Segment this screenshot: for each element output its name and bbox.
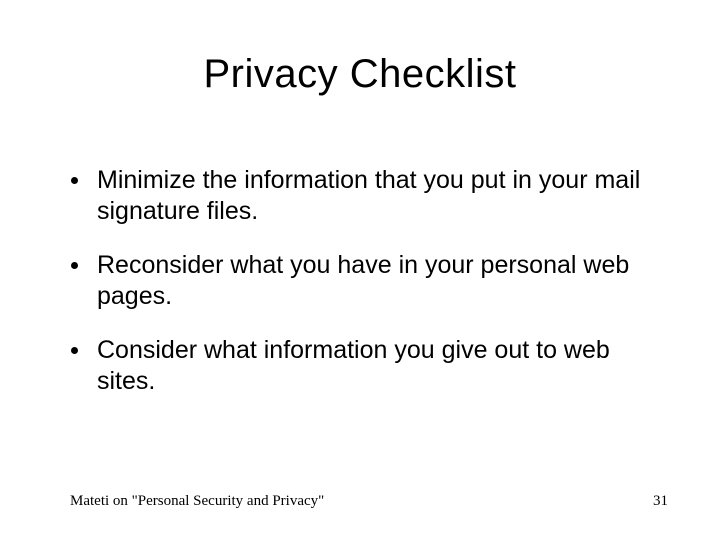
slide: Privacy Checklist Minimize the informati… <box>0 0 720 540</box>
list-item: Reconsider what you have in your persona… <box>65 250 660 311</box>
footer-source: Mateti on "Personal Security and Privacy… <box>70 493 324 510</box>
slide-title: Privacy Checklist <box>0 52 720 97</box>
slide-body: Minimize the information that you put in… <box>65 165 660 420</box>
list-item: Consider what information you give out t… <box>65 335 660 396</box>
page-number: 31 <box>653 493 668 510</box>
list-item: Minimize the information that you put in… <box>65 165 660 226</box>
bullet-list: Minimize the information that you put in… <box>65 165 660 396</box>
